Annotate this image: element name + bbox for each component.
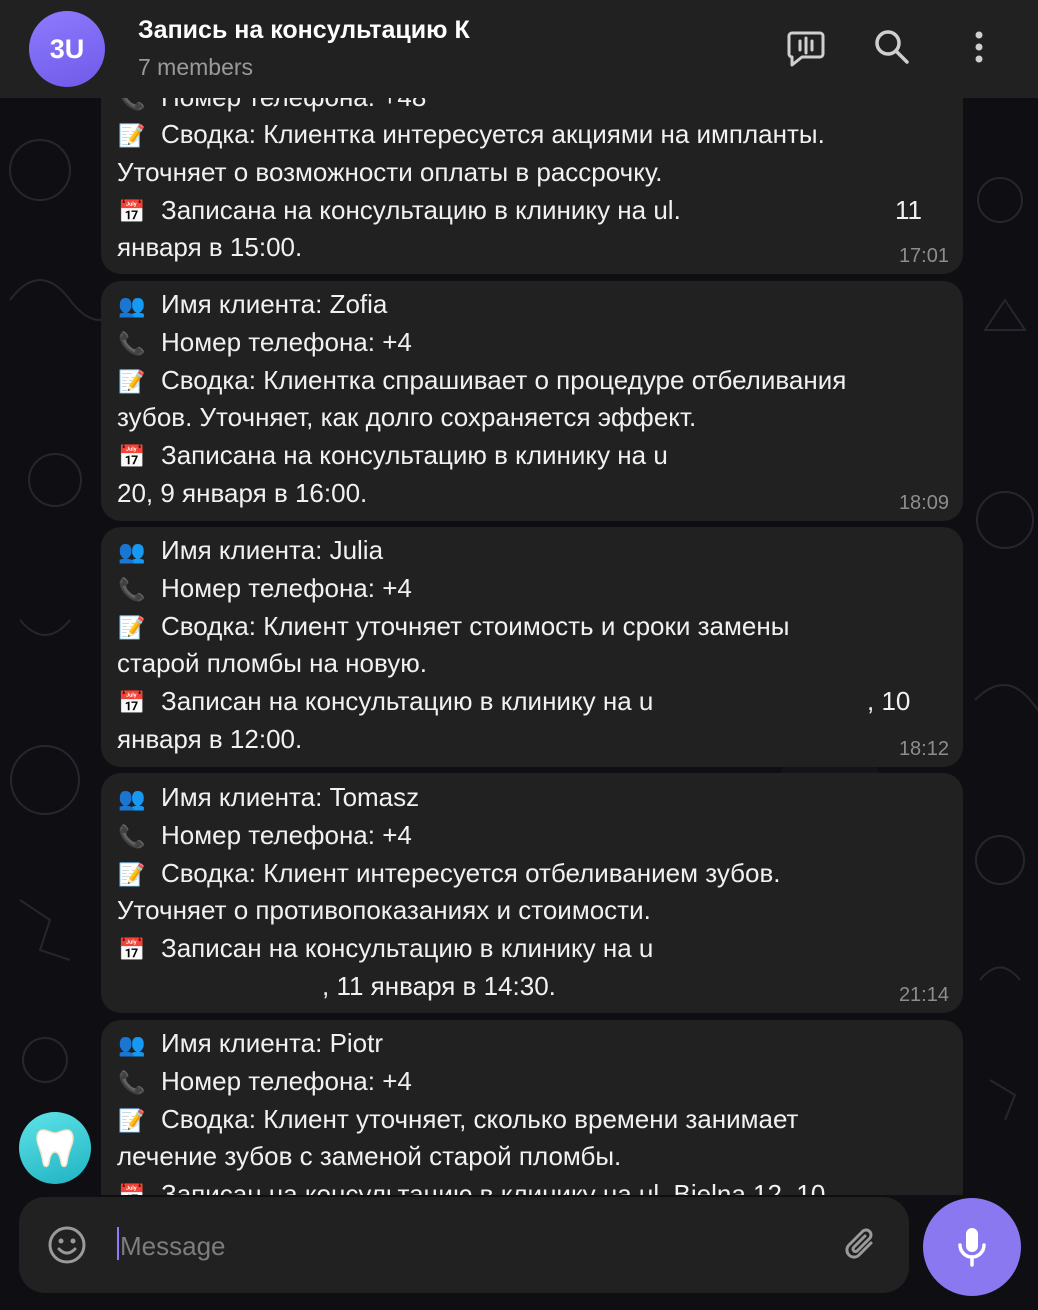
chat-title[interactable]: Запись на консультацию К (138, 16, 758, 45)
message-line: 📅 Записан на консультацию в клинику на u,… (117, 682, 947, 722)
message-line: января в 12:00. (117, 724, 303, 754)
bot-avatar[interactable] (19, 1112, 91, 1184)
message-line: 📅Записан на консультацию в клинику на ul… (117, 1175, 947, 1195)
message-bubble[interactable]: 👥 Имя клиента: Julia 📞 Номер телефона: +4 … (101, 527, 963, 767)
people-icon: 👥 (118, 539, 146, 564)
message-time: 21:14 (898, 984, 949, 1006)
calendar-icon: 📅 (117, 1177, 147, 1195)
people-icon: 👥 (118, 1032, 146, 1057)
calendar-icon: 📅 (118, 937, 146, 962)
memo-icon: 📝 (118, 862, 146, 887)
people-icon: 👥 (118, 293, 146, 318)
message-line: 👥 Имя клиента: Tomasz (117, 778, 947, 818)
chat-header: 3U Запись на консультацию К 7 members (0, 0, 1038, 98)
member-count[interactable]: 7 members (138, 54, 253, 81)
phone-icon: 📞 (118, 577, 146, 602)
phone-icon: 📞 (118, 331, 146, 356)
message-line: Уточняет о возможности оплаты в рассрочк… (117, 157, 663, 187)
message-composer (19, 1197, 909, 1293)
message-bubble[interactable]: 👥 Имя клиента: Piotr 📞 Номер телефона: +4 … (101, 1020, 963, 1195)
message-line: лечение зубов с заменой старой пломбы. (117, 1141, 622, 1171)
message-line: 👥 Имя клиента: Julia (117, 531, 947, 571)
calendar-icon: 📅 (118, 444, 146, 469)
avatar-initials: 3U (49, 33, 85, 64)
message-line: 20, 9 января в 16:00. (117, 478, 368, 508)
message-line: 📞 Номер телефона: +4 (117, 1062, 947, 1102)
message-line: января в 15:00. (117, 232, 303, 262)
more-vert-icon[interactable] (956, 24, 1002, 70)
message-line: , 11 января в 14:30. (322, 971, 556, 1001)
message-line: 📝 Сводка: Клиент интересуется отбеливание… (117, 854, 947, 894)
phone-icon: 📞 (118, 1070, 146, 1095)
message-bubble[interactable]: 📞Номер телефона: +48 📝Сводка: Клиентка и… (101, 78, 963, 274)
voice-chat-icon[interactable] (783, 24, 829, 70)
message-time: 18:12 (898, 738, 949, 760)
message-time: 17:01 (898, 245, 949, 267)
group-avatar[interactable]: 3U (29, 11, 105, 87)
memo-icon: 📝 (118, 615, 146, 640)
message-line: 📅 Записан на консультацию в клинику на u (117, 929, 947, 969)
emoji-icon[interactable] (47, 1225, 87, 1265)
message-line: 📅 Записана на консультацию в клинику на u… (117, 191, 947, 231)
message-line: 📝 Сводка: Клиентка спрашивает о процедуре… (117, 361, 947, 401)
message-line: 📞 Номер телефона: +4 (117, 569, 947, 609)
message-line: зубов. Уточняет, как долго сохраняется э… (117, 402, 697, 432)
message-time: 18:09 (898, 492, 949, 514)
message-line: 👥 Имя клиента: Piotr (117, 1024, 947, 1064)
attach-icon[interactable] (841, 1225, 881, 1265)
message-line: 👥 Имя клиента: Zofia (117, 285, 947, 325)
message-line: 📞 Номер телефона: +4 (117, 323, 947, 363)
search-icon[interactable] (869, 24, 915, 70)
message-bubble[interactable]: 👥 Имя клиента: Tomasz 📞 Номер телефона: +4… (101, 773, 963, 1013)
phone-icon: 📞 (118, 824, 146, 849)
message-line: 📝 Сводка: Клиентка интересуется акциями н… (117, 115, 947, 155)
memo-icon: 📝 (118, 1108, 146, 1133)
message-line: 📝 Сводка: Клиент уточняет стоимость и сро… (117, 607, 947, 647)
tooth-icon (36, 1129, 74, 1168)
calendar-icon: 📅 (118, 199, 146, 224)
people-icon: 👥 (118, 786, 146, 811)
memo-icon: 📝 (118, 123, 146, 148)
message-line: Уточняет о противопоказаниях и стоимости… (117, 895, 651, 925)
message-line: старой пломбы на новую. (117, 648, 427, 678)
message-bubble[interactable]: 👥 Имя клиента: Zofia 📞 Номер телефона: +4 … (101, 281, 963, 521)
memo-icon: 📝 (118, 369, 146, 394)
message-line: 📞 Номер телефона: +4 (117, 816, 947, 856)
message-input[interactable] (118, 1227, 772, 1265)
voice-message-button[interactable] (923, 1198, 1021, 1296)
microphone-icon (958, 1228, 986, 1267)
message-line: 📅 Записана на консультацию в клинику на u (117, 436, 947, 476)
calendar-icon: 📅 (118, 690, 146, 715)
message-line: 📝 Сводка: Клиент уточняет, сколько времен… (117, 1100, 947, 1140)
